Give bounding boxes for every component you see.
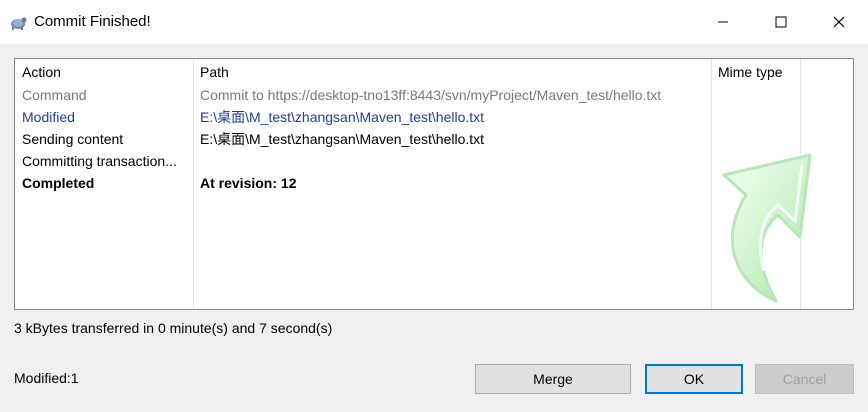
maximize-icon	[775, 16, 787, 28]
title-bar: Commit Finished!	[0, 0, 868, 44]
commit-log-list[interactable]: Action Path Mime type Command Commit to …	[14, 58, 854, 310]
row-path: E:\桌面\M_test\zhangsan\Maven_test\hello.t…	[200, 131, 485, 147]
row-action: Sending content	[22, 131, 124, 147]
transfer-status: 3 kBytes transferred in 0 minute(s) and …	[14, 320, 333, 336]
row-action: Completed	[22, 175, 95, 191]
modified-count: Modified:1	[14, 370, 79, 386]
curved-arrow-icon	[722, 153, 812, 303]
row-path: E:\桌面\M_test\zhangsan\Maven_test\hello.t…	[200, 109, 485, 125]
column-header-mime-type[interactable]: Mime type	[718, 64, 783, 80]
minimize-button[interactable]	[694, 0, 752, 44]
row-path: Commit to https://desktop-tno13ff:8443/s…	[200, 87, 662, 103]
cancel-button[interactable]: Cancel	[755, 364, 854, 394]
row-path: At revision: 12	[200, 175, 297, 191]
close-icon	[833, 16, 845, 28]
list-item[interactable]: Sending content E:\桌面\M_test\zhangsan\Ma…	[15, 128, 715, 150]
list-item[interactable]: Completed At revision: 12	[15, 172, 715, 194]
merge-button[interactable]: Merge	[475, 364, 631, 394]
minimize-icon	[718, 21, 728, 23]
row-action: Modified	[22, 109, 75, 125]
row-action: Command	[22, 87, 87, 103]
window-title: Commit Finished!	[34, 13, 151, 30]
ok-button[interactable]: OK	[645, 364, 743, 394]
close-button[interactable]	[810, 0, 868, 44]
list-item[interactable]: Command Commit to https://desktop-tno13f…	[15, 84, 715, 106]
maximize-button[interactable]	[752, 0, 810, 44]
column-header-action[interactable]: Action	[22, 64, 61, 80]
row-action: Committing transaction...	[22, 153, 177, 169]
list-item[interactable]: Modified E:\桌面\M_test\zhangsan\Maven_tes…	[15, 106, 715, 128]
column-header-path[interactable]: Path	[200, 64, 229, 80]
list-item[interactable]: Committing transaction...	[15, 150, 715, 172]
tortoise-icon	[11, 17, 27, 30]
